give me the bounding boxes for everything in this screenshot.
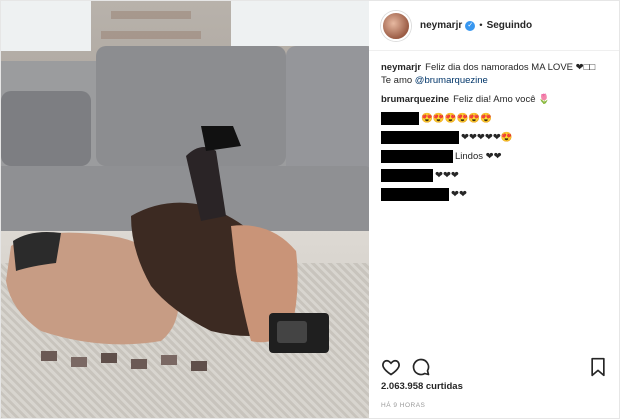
comment-username-link[interactable]: brumarquezine bbox=[381, 94, 449, 105]
post-photo[interactable] bbox=[1, 1, 369, 418]
post-sidebar: neymarjr ✓ • Seguindo neymarjr Feliz dia … bbox=[369, 1, 619, 418]
comment-text: ❤❤ bbox=[451, 189, 467, 200]
redaction-bar bbox=[381, 131, 459, 144]
comments-list: neymarjr Feliz dia dos namorados MA LOVE … bbox=[369, 51, 619, 207]
comment-text: Feliz dia! Amo você 🌷 bbox=[453, 94, 550, 105]
caption: neymarjr Feliz dia dos namorados MA LOVE … bbox=[381, 61, 607, 87]
redacted-comment: Lindos ❤❤ bbox=[381, 150, 607, 163]
redaction-bar bbox=[381, 169, 433, 182]
instagram-post: neymarjr ✓ • Seguindo neymarjr Feliz dia … bbox=[0, 0, 620, 419]
comment-text: Lindos ❤❤ bbox=[455, 151, 502, 162]
following-button[interactable]: Seguindo bbox=[487, 20, 533, 31]
username-link[interactable]: neymarjr bbox=[420, 20, 462, 31]
post-timestamp[interactable]: HÁ 9 HORAS bbox=[381, 402, 425, 409]
likes-count[interactable]: 2.063.958 curtidas bbox=[381, 381, 463, 392]
bookmark-icon[interactable] bbox=[589, 357, 607, 377]
verified-badge-icon: ✓ bbox=[465, 20, 476, 31]
post-header: neymarjr ✓ • Seguindo bbox=[369, 1, 619, 51]
action-bar bbox=[381, 357, 607, 377]
comment-text: ❤❤❤ bbox=[435, 170, 459, 181]
avatar[interactable] bbox=[381, 10, 411, 41]
redacted-comment: ❤❤ bbox=[381, 188, 607, 201]
redacted-comment: 😍😍😍😍😍😍 bbox=[381, 112, 607, 125]
redaction-bar bbox=[381, 188, 449, 201]
redaction-bar bbox=[381, 150, 453, 163]
heart-outline-icon[interactable] bbox=[381, 357, 401, 377]
caption-username-link[interactable]: neymarjr bbox=[381, 62, 421, 73]
mention-link[interactable]: @brumarquezine bbox=[415, 75, 488, 86]
comment-text: ❤❤❤❤❤😍 bbox=[461, 132, 513, 143]
redaction-bar bbox=[381, 112, 419, 125]
redacted-comment: ❤❤❤ bbox=[381, 169, 607, 182]
photo-people bbox=[6, 126, 329, 371]
comment-text: 😍😍😍😍😍😍 bbox=[421, 113, 492, 124]
comment-bubble-icon[interactable] bbox=[411, 357, 431, 377]
redacted-comment: ❤❤❤❤❤😍 bbox=[381, 131, 607, 144]
separator-dot: • bbox=[479, 20, 483, 31]
comment-item: brumarquezine Feliz dia! Amo você 🌷 bbox=[381, 93, 607, 106]
